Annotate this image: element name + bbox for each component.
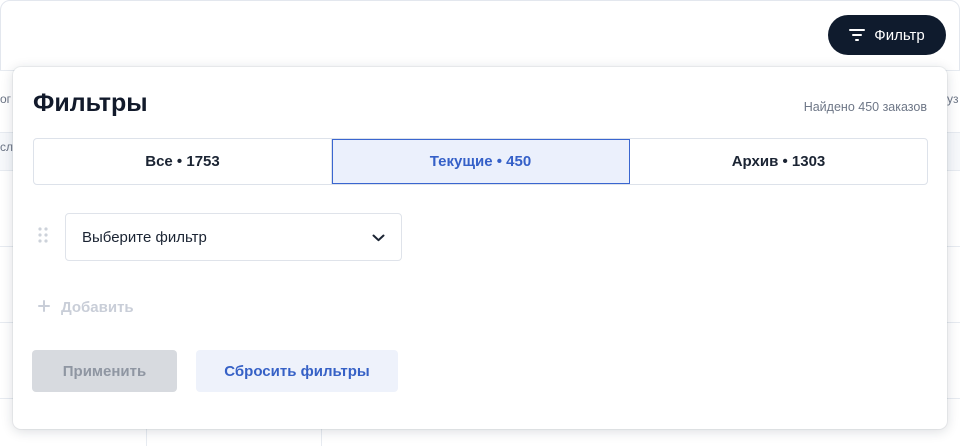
bg-column-fragment: ог <box>0 92 12 106</box>
tab-all[interactable]: Все • 1753 <box>34 139 332 184</box>
found-count-text: Найдено 450 заказов <box>803 100 927 114</box>
bg-cell-fragment: сл <box>0 140 14 154</box>
status-tabs: Все • 1753 Текущие • 450 Архив • 1303 <box>33 138 928 185</box>
tab-archive[interactable]: Архив • 1303 <box>630 139 927 184</box>
drag-handle-icon[interactable] <box>38 227 48 247</box>
filters-panel: Фильтры Найдено 450 заказов Все • 1753 Т… <box>13 67 947 429</box>
filter-lines-icon <box>849 29 866 41</box>
chevron-down-icon <box>372 229 385 246</box>
filter-button[interactable]: Фильтр <box>828 15 946 55</box>
plus-icon <box>38 299 50 316</box>
panel-title: Фильтры <box>33 89 148 117</box>
filter-select[interactable]: Выберите фильтр <box>65 213 402 261</box>
apply-button[interactable]: Применить <box>32 350 177 392</box>
filter-button-label: Фильтр <box>874 26 925 44</box>
add-filter-label: Добавить <box>61 299 134 316</box>
tab-current[interactable]: Текущие • 450 <box>332 139 630 184</box>
filter-select-placeholder: Выберите фильтр <box>82 228 207 246</box>
bg-column-fragment: уз <box>947 92 959 106</box>
add-filter-button[interactable]: Добавить <box>38 299 134 316</box>
reset-filters-button[interactable]: Сбросить фильтры <box>196 350 398 392</box>
